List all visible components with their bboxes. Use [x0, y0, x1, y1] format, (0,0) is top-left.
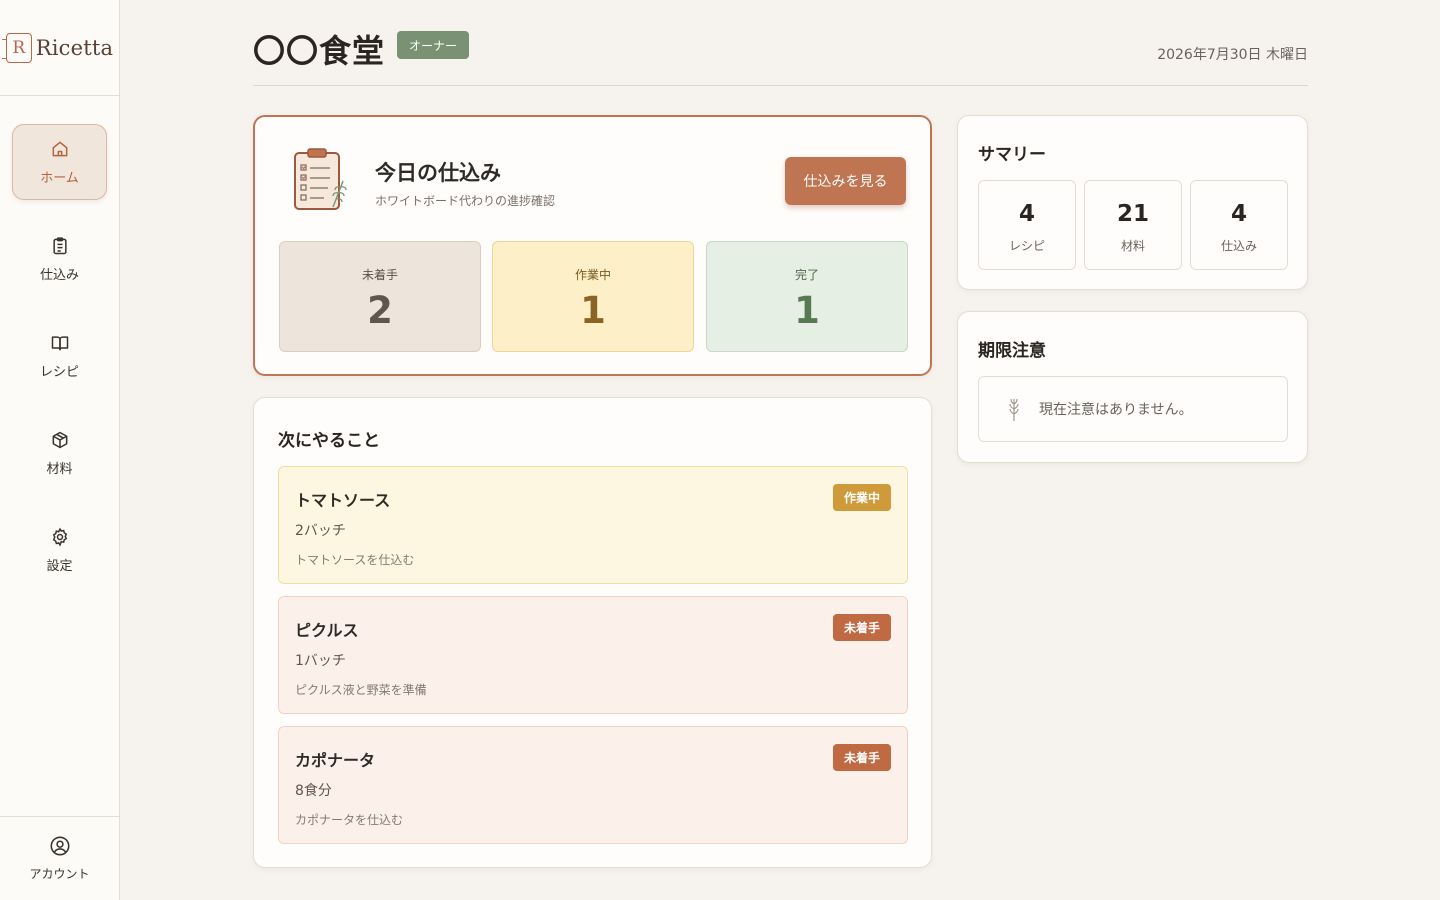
- logo-mark: R: [1, 32, 32, 63]
- account-label: アカウント: [29, 867, 90, 881]
- summary-ingredients[interactable]: 21 材料: [1084, 180, 1182, 270]
- stat-value: 1: [580, 289, 606, 332]
- sidebar-nav: ホーム 仕込み レシピ 材料 設定: [12, 124, 107, 609]
- task-item[interactable]: トマトソース 2バッチ トマトソースを仕込む 作業中: [278, 466, 908, 584]
- stat-not-started: 未着手 2: [279, 241, 481, 352]
- app-logo[interactable]: R Ricetta: [0, 0, 119, 96]
- sidebar-item-recipes[interactable]: レシピ: [12, 318, 107, 394]
- task-name: トマトソース: [295, 491, 391, 510]
- summary-label: 仕込み: [1220, 239, 1257, 253]
- next-tasks-card: 次にやること トマトソース 2バッチ トマトソースを仕込む 作業中 ピクルス 1…: [253, 397, 932, 868]
- section-title: サマリー: [978, 145, 1046, 165]
- current-date: 2026年7月30日 木曜日: [1157, 47, 1308, 63]
- summary-card: サマリー 4 レシピ 21 材料 4 仕込み: [957, 115, 1308, 290]
- stat-label: 作業中: [574, 268, 611, 282]
- page-header: 〇〇食堂 オーナー 2026年7月30日 木曜日: [253, 22, 1308, 86]
- section-title: 次にやること: [278, 431, 380, 451]
- home-icon: [52, 141, 67, 156]
- page-title: 〇〇食堂: [253, 32, 386, 70]
- sidebar-item-prep[interactable]: 仕込み: [12, 221, 107, 297]
- task-quantity: 2バッチ: [295, 523, 346, 539]
- stat-value: 1: [794, 289, 820, 332]
- view-prep-button[interactable]: 仕込みを見る: [785, 157, 906, 205]
- alert-empty-state: 現在注意はありません。: [978, 376, 1288, 442]
- role-badge: オーナー: [397, 31, 470, 59]
- sidebar-item-label: レシピ: [39, 364, 79, 380]
- task-description: カポナータを仕込む: [295, 813, 404, 827]
- stat-label: 完了: [794, 268, 819, 282]
- package-icon: [52, 431, 67, 448]
- todays-prep-card: 今日の仕込み ホワイトボード代わりの進捗確認 仕込みを見る 未着手 2 作業中 …: [253, 115, 932, 376]
- user-circle-icon: [50, 836, 69, 856]
- task-item[interactable]: ピクルス 1バッチ ピクルス液と野菜を準備 未着手: [278, 596, 908, 714]
- task-description: トマトソースを仕込む: [295, 553, 415, 567]
- summary-label: レシピ: [1008, 239, 1045, 253]
- stat-label: 未着手: [361, 268, 398, 282]
- task-item[interactable]: カポナータ 8食分 カポナータを仕込む 未着手: [278, 726, 908, 844]
- sidebar-item-label: 仕込み: [39, 267, 79, 283]
- stat-completed: 完了 1: [706, 241, 908, 352]
- task-description: ピクルス液と野菜を準備: [295, 683, 427, 697]
- summary-value: 4: [1230, 201, 1247, 227]
- clipboard-checklist-icon: [294, 148, 347, 210]
- stat-in-progress: 作業中 1: [492, 241, 694, 352]
- summary-label: 材料: [1120, 239, 1145, 253]
- task-quantity: 8食分: [295, 783, 332, 799]
- sidebar: R Ricetta ホーム 仕込み レシピ 材料 設定 アカウント: [0, 0, 120, 900]
- task-name: ピクルス: [295, 621, 359, 640]
- account-button[interactable]: アカウント: [0, 816, 119, 900]
- sprig-icon: [1009, 398, 1019, 421]
- summary-prep[interactable]: 4 仕込み: [1190, 180, 1288, 270]
- sidebar-item-label: 材料: [46, 461, 73, 477]
- summary-value: 21: [1116, 201, 1149, 227]
- prep-subtitle: ホワイトボード代わりの進捗確認: [375, 194, 556, 208]
- expiry-alert-card: 期限注意 現在注意はありません。: [957, 311, 1308, 463]
- summary-value: 4: [1018, 201, 1035, 227]
- sidebar-item-label: ホーム: [40, 170, 79, 186]
- sidebar-item-label: 設定: [46, 558, 73, 574]
- stat-value: 2: [367, 289, 393, 332]
- logo-text: Ricetta: [35, 35, 114, 60]
- clipboard-icon: [52, 236, 67, 254]
- section-title: 期限注意: [978, 341, 1046, 361]
- task-name: カポナータ: [295, 751, 376, 770]
- sidebar-item-home[interactable]: ホーム: [12, 124, 107, 200]
- alert-empty-message: 現在注意はありません。: [1039, 402, 1193, 418]
- sidebar-item-settings[interactable]: 設定: [12, 512, 107, 588]
- book-icon: [51, 335, 68, 350]
- status-badge: 作業中: [832, 484, 891, 511]
- status-badge: 未着手: [832, 744, 891, 771]
- sidebar-item-ingredients[interactable]: 材料: [12, 415, 107, 491]
- gear-icon: [52, 527, 67, 547]
- summary-recipes[interactable]: 4 レシピ: [978, 180, 1076, 270]
- task-quantity: 1バッチ: [295, 653, 346, 669]
- prep-title: 今日の仕込み: [375, 161, 501, 185]
- status-badge: 未着手: [832, 614, 891, 641]
